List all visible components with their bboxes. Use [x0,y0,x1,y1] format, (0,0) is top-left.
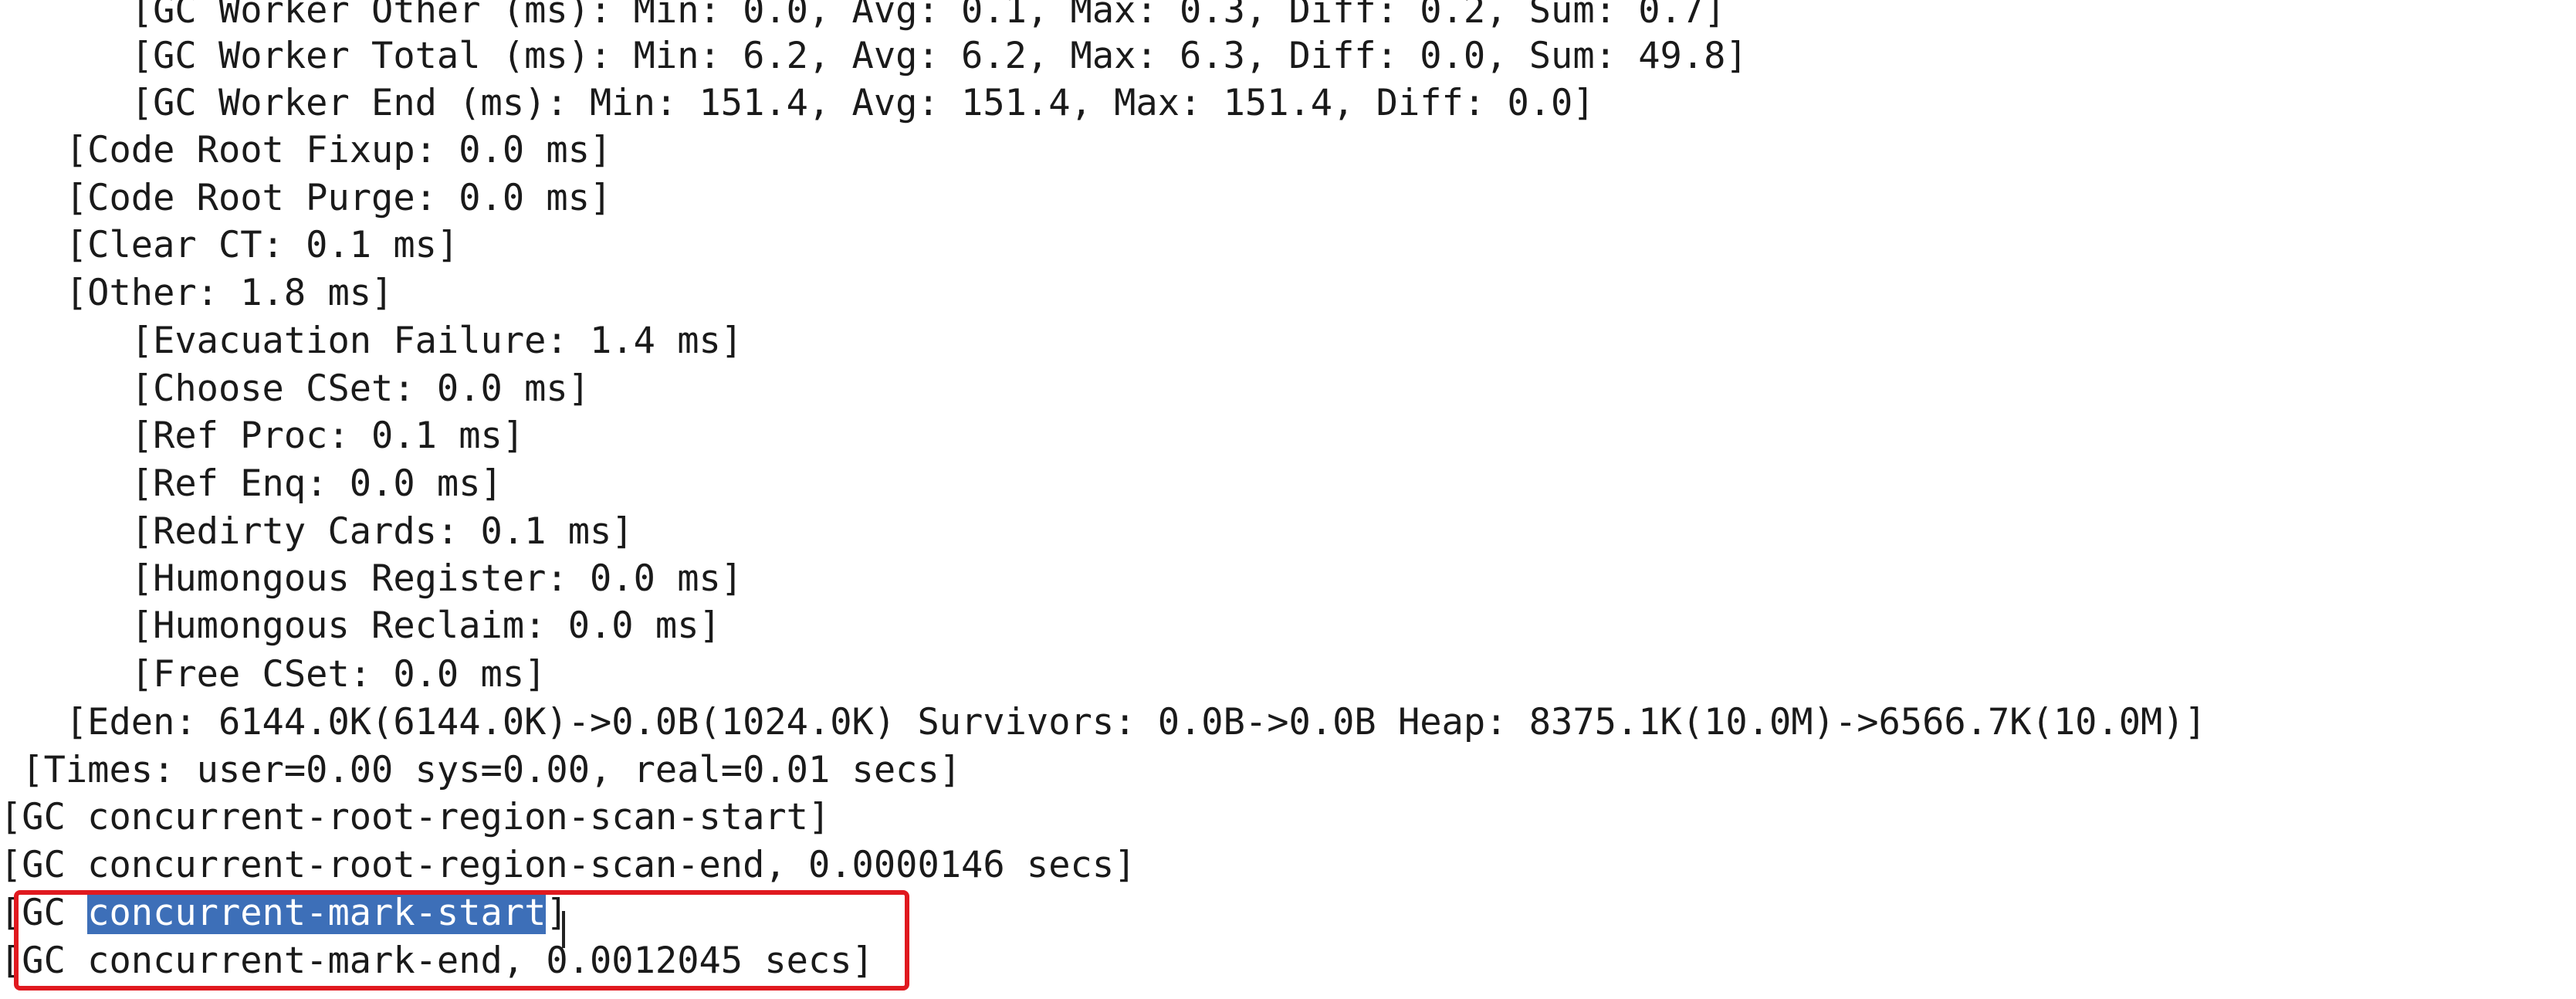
log-line: [GC concurrent-root-region-scan-start] [0,796,831,838]
log-line: [Other: 1.8 ms] [0,272,394,314]
log-line: [GC Worker Total (ms): Min: 6.2, Avg: 6.… [0,35,1748,77]
log-line: [Times: user=0.00 sys=0.00, real=0.01 se… [0,749,962,791]
log-line: [Code Root Fixup: 0.0 ms] [0,129,612,171]
log-line: [GC Worker Other (ms): Min: 0.0, Avg: 0.… [0,0,1726,32]
log-line: [Redirty Cards: 0.1 ms] [0,510,634,553]
log-line: [Ref Enq: 0.0 ms] [0,462,503,505]
log-line: [Evacuation Failure: 1.4 ms] [0,320,743,362]
highlight-annotation-box [14,890,909,991]
log-line: [Humongous Reclaim: 0.0 ms] [0,604,721,647]
log-line: [Free CSet: 0.0 ms] [0,653,547,696]
log-line: [Humongous Register: 0.0 ms] [0,557,743,600]
log-line: [Ref Proc: 0.1 ms] [0,415,525,457]
log-line: [Eden: 6144.0K(6144.0K)->0.0B(1024.0K) S… [0,701,2206,743]
log-line: [GC concurrent-root-region-scan-end, 0.0… [0,844,1136,886]
log-line: [Code Root Purge: 0.0 ms] [0,177,612,219]
log-line: [Choose CSet: 0.0 ms] [0,367,591,410]
gc-log-viewer[interactable]: [GC Worker Other (ms): Min: 0.0, Avg: 0.… [0,0,2576,999]
log-line: [Clear CT: 0.1 ms] [0,224,459,266]
text-cursor-icon [562,911,565,948]
log-line: [GC Worker End (ms): Min: 151.4, Avg: 15… [0,82,1595,124]
